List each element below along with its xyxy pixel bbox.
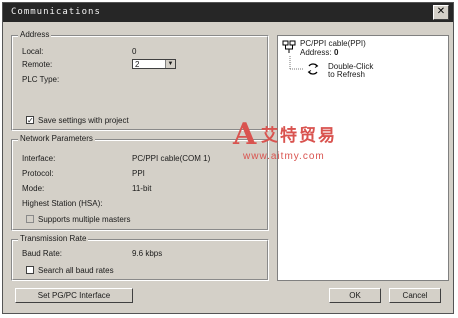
mode-label: Mode: — [22, 184, 45, 193]
refresh-line2: to Refresh — [328, 70, 365, 79]
multi-masters-checkbox[interactable] — [26, 215, 34, 223]
save-settings-checkbox[interactable]: ✓ — [26, 116, 34, 125]
communications-dialog: Communications ✕ Address Local: 0 Remote… — [2, 2, 454, 314]
baud-rate-label: Baud Rate: — [22, 249, 63, 258]
refresh-icon[interactable] — [306, 62, 320, 76]
network-parameters-group: Network Parameters Interface: PC/PPI cab… — [11, 134, 269, 231]
cable-label: PC/PPI cable(PPI) — [300, 39, 366, 48]
close-icon[interactable]: ✕ — [433, 5, 449, 20]
multi-masters-label: Supports multiple masters — [38, 215, 131, 224]
protocol-label: Protocol: — [22, 169, 54, 178]
title-bar: Communications ✕ — [3, 3, 453, 22]
cancel-button[interactable]: Cancel — [389, 288, 441, 303]
tree-address-value: 0 — [334, 48, 339, 57]
remote-select[interactable]: 2 ▼ — [132, 59, 176, 69]
watermark-brand: 艾特贸易 — [261, 126, 337, 145]
local-label: Local: — [22, 47, 44, 56]
interface-value: PC/PPI cable(COM 1) — [132, 154, 211, 163]
mode-value: 11-bit — [132, 184, 152, 193]
local-value: 0 — [132, 47, 137, 56]
watermark-url: www.aitmy.com — [243, 151, 325, 162]
remote-label: Remote: — [22, 60, 53, 69]
baud-rate-value: 9.6 kbps — [132, 249, 163, 258]
cable-icon — [282, 40, 296, 54]
chevron-down-icon[interactable]: ▼ — [165, 60, 175, 68]
hsa-label: Highest Station (HSA): — [22, 199, 103, 208]
ok-button[interactable]: OK — [329, 288, 381, 303]
watermark-letter: A — [233, 117, 257, 152]
interface-label: Interface: — [22, 154, 56, 163]
network-group-title: Network Parameters — [18, 134, 95, 143]
address-group: Address Local: 0 Remote: 2 ▼ PLC Type: ✓… — [11, 30, 269, 131]
set-pg-pc-interface-button[interactable]: Set PG/PC Interface — [15, 288, 133, 303]
address-group-title: Address — [18, 30, 52, 39]
save-settings-label: Save settings with project — [38, 116, 129, 125]
protocol-value: PPI — [132, 169, 145, 178]
transmission-rate-group: Transmission Rate Baud Rate: 9.6 kbps Se… — [11, 234, 269, 281]
search-baud-checkbox[interactable] — [26, 266, 34, 274]
remote-select-value: 2 — [135, 60, 140, 69]
plc-type-label: PLC Type: — [22, 75, 60, 84]
transmission-group-title: Transmission Rate — [18, 234, 89, 243]
search-baud-label: Search all baud rates — [38, 266, 114, 275]
watermark-logo: A 艾特贸易 www.aitmy.com — [233, 117, 413, 171]
window-title: Communications — [11, 7, 101, 17]
tree-address-label: Address: — [300, 48, 332, 57]
